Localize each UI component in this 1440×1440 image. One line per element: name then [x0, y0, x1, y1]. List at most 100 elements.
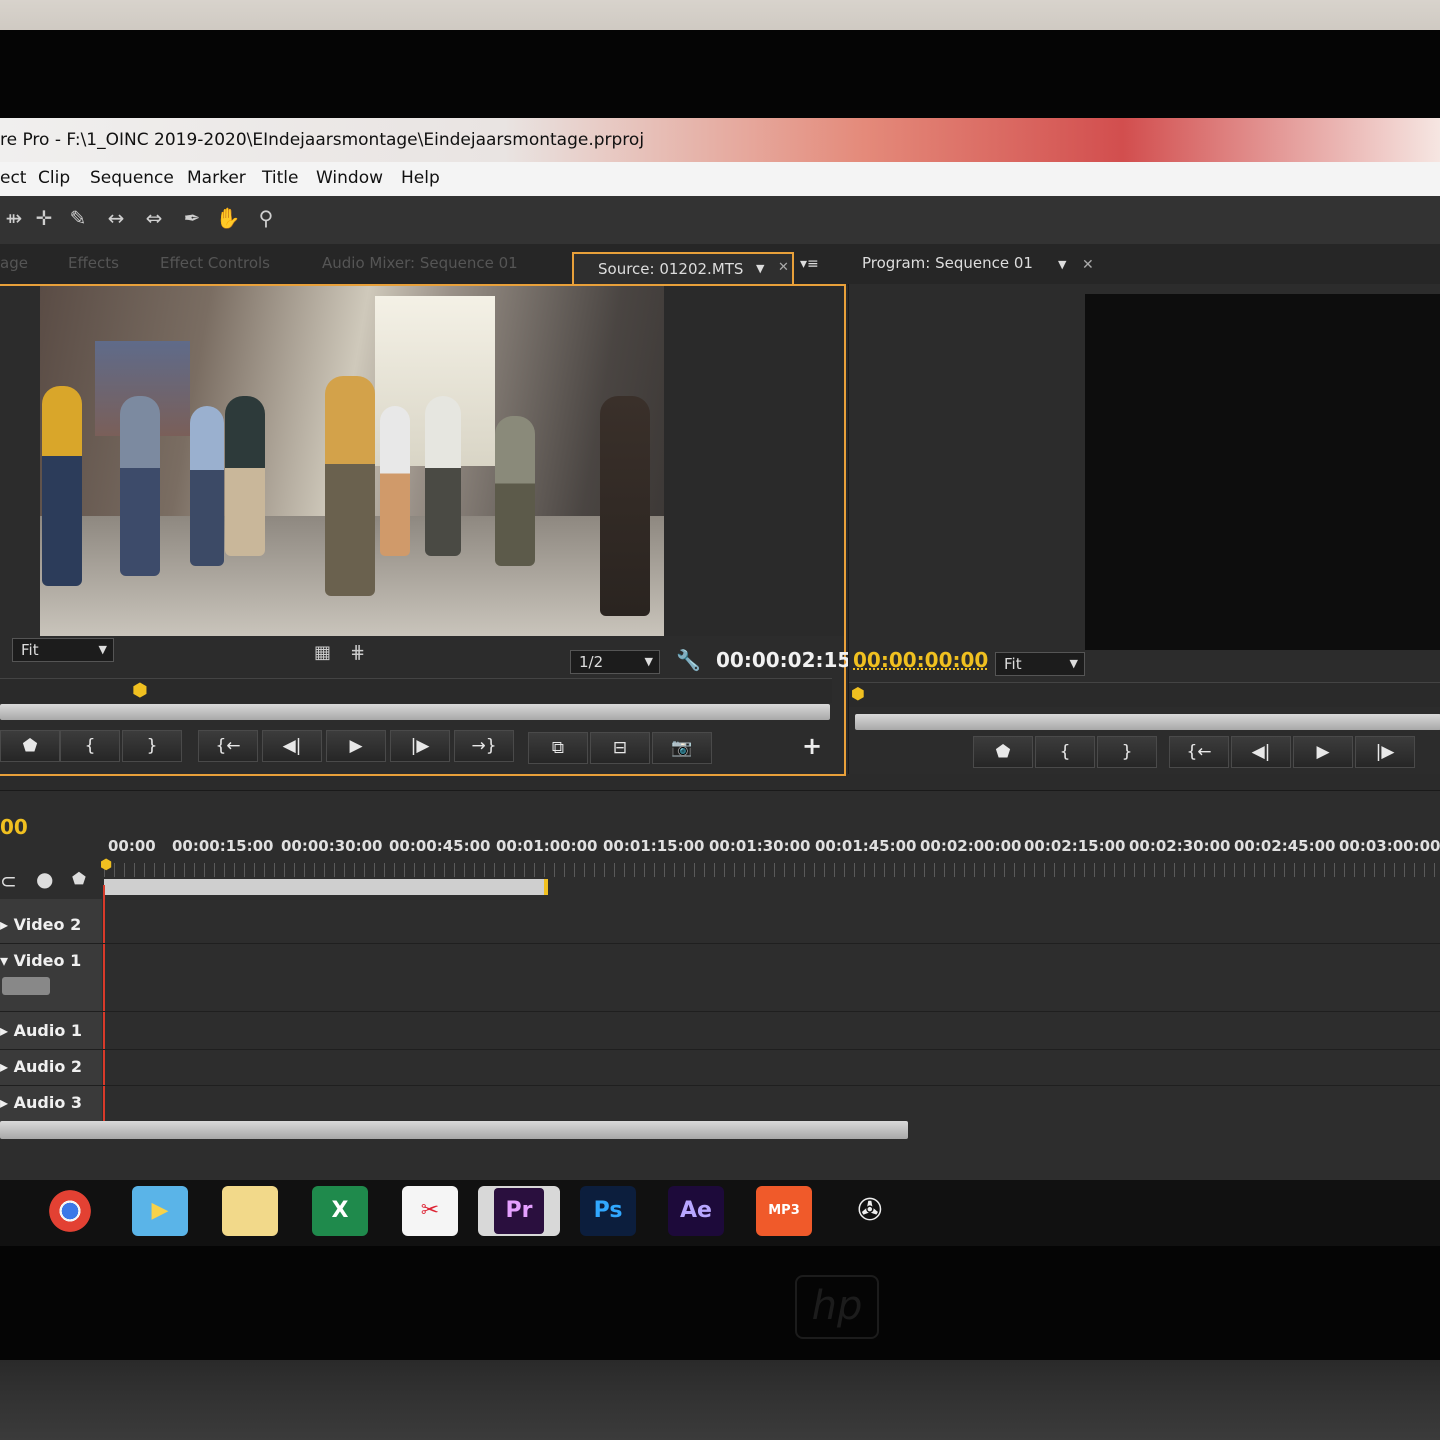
button-editor-icon[interactable]: + [802, 732, 822, 760]
play-button[interactable]: ▶ [326, 730, 386, 762]
media-player-icon[interactable]: ✇ [842, 1186, 898, 1236]
step-forward-button[interactable]: |▶ [1355, 736, 1415, 768]
time-tick: 00:00 [108, 837, 156, 855]
source-tab-label: Source: 01202.MTS [598, 260, 744, 278]
wrench-icon[interactable]: 🔧 [676, 648, 701, 672]
menu-help[interactable]: Help [401, 168, 440, 188]
tab-effects[interactable]: Effects [68, 254, 119, 272]
step-back-button[interactable]: ◀| [1231, 736, 1291, 768]
track-video-1[interactable]: ▾ Video 1 [0, 951, 81, 970]
razor-icon[interactable]: ✎ [64, 204, 92, 232]
menu-sequence[interactable]: Sequence [90, 168, 174, 188]
timeline-timecode[interactable]: 00 [0, 815, 28, 839]
program-zoom-select[interactable]: Fit ▼ [995, 652, 1085, 676]
chevron-down-icon[interactable]: ▼ [1058, 258, 1066, 271]
program-timecode[interactable]: 00:00:00:00 [853, 648, 988, 672]
menu-title[interactable]: Title [262, 168, 298, 188]
add-marker-icon[interactable]: ⬟ [72, 869, 86, 888]
playhead-icon[interactable]: ⬢ [851, 684, 865, 703]
excel-icon[interactable]: X [312, 1186, 368, 1236]
insert-button[interactable]: ⧉ [528, 732, 588, 764]
go-to-out-button[interactable]: →} [454, 730, 514, 762]
tab-source[interactable]: Source: 01202.MTS ▼ ✕ [572, 252, 794, 288]
folder-icon[interactable] [222, 1186, 278, 1236]
person [225, 396, 265, 556]
chevron-down-icon[interactable]: ▼ [756, 262, 764, 275]
work-area-bar[interactable] [104, 879, 548, 895]
timeline-scrollbar[interactable] [0, 1121, 908, 1139]
chrome-icon[interactable] [42, 1186, 98, 1236]
mark-out-button[interactable]: } [1097, 736, 1157, 768]
go-to-in-button[interactable]: {← [1169, 736, 1229, 768]
go-to-in-button[interactable]: {← [198, 730, 258, 762]
tab-audio-mixer[interactable]: Audio Mixer: Sequence 01 [322, 254, 518, 272]
step-forward-button[interactable]: |▶ [390, 730, 450, 762]
track-audio-2[interactable]: ▸ Audio 2 [0, 1057, 82, 1076]
photoshop-icon[interactable]: Ps [580, 1186, 636, 1236]
tab-effect-controls[interactable]: Effect Controls [160, 254, 270, 272]
hand-icon[interactable]: ✋ [214, 204, 242, 232]
movie-maker-icon[interactable]: ▶ [132, 1186, 188, 1236]
screen: re Pro - F:\1_OINC 2019-2020\EIndejaarsm… [0, 118, 1440, 1246]
snipping-tool-icon[interactable]: ✂ [402, 1186, 458, 1236]
ripple-edit-icon[interactable]: ✛ [30, 204, 58, 232]
source-time-ruler[interactable] [0, 678, 832, 703]
chevron-down-icon: ▼ [98, 643, 107, 656]
keyframe-icon[interactable]: ● [36, 867, 53, 891]
resolution-select[interactable]: 1/2 ▼ [570, 650, 660, 674]
source-timecode[interactable]: 00:00:02:15 [716, 648, 851, 672]
playhead-icon[interactable]: ⬢ [100, 857, 112, 873]
panel-menu-icon[interactable]: ▾≡ [800, 256, 819, 272]
person [190, 406, 224, 566]
track-audio-3[interactable]: ▸ Audio 3 [0, 1093, 82, 1112]
source-video-frame [40, 286, 664, 636]
program-time-ruler[interactable] [849, 682, 1440, 707]
track-video-2[interactable]: ▸ Video 2 [0, 915, 81, 934]
mark-in-button[interactable]: { [60, 730, 120, 762]
menu-project[interactable]: ect [0, 168, 26, 188]
track-label: Audio 3 [13, 1093, 83, 1112]
step-back-button[interactable]: ◀| [262, 730, 322, 762]
premiere-taskbar-button[interactable]: Pr [478, 1186, 560, 1236]
track-toggle-button[interactable] [2, 977, 50, 995]
playhead-icon[interactable]: ⬢ [132, 680, 148, 701]
zoom-icon[interactable]: ⚲ [252, 204, 280, 232]
menu-clip[interactable]: Clip [38, 168, 70, 188]
menu-window[interactable]: Window [316, 168, 383, 188]
track-label: Video 2 [13, 915, 82, 934]
add-marker-button[interactable]: ⬟ [973, 736, 1033, 768]
tab-media-browser[interactable]: age [0, 254, 28, 272]
pen-icon[interactable]: ✒ [178, 204, 206, 232]
mp3-converter-icon[interactable]: MP3 [756, 1186, 812, 1236]
track-divider [0, 1049, 1440, 1050]
close-icon[interactable]: ✕ [778, 260, 789, 275]
track-divider [0, 943, 1440, 944]
export-frame-button[interactable]: 📷 [652, 732, 712, 764]
source-zoom-scrollbar[interactable] [0, 704, 830, 720]
desk [0, 1360, 1440, 1440]
close-icon[interactable]: ✕ [1082, 257, 1094, 273]
track-label: Audio 1 [13, 1021, 83, 1040]
play-button[interactable]: ▶ [1293, 736, 1353, 768]
overwrite-button[interactable]: ⊟ [590, 732, 650, 764]
add-marker-button[interactable]: ⬟ [0, 730, 60, 762]
after-effects-icon[interactable]: Ae [668, 1186, 724, 1236]
track-audio-1[interactable]: ▸ Audio 1 [0, 1021, 82, 1040]
slide-icon[interactable]: ⇔ [140, 204, 168, 232]
drag-audio-icon[interactable]: ⋕ [350, 642, 365, 663]
drag-video-icon[interactable]: ▦ [314, 642, 331, 663]
snap-icon[interactable]: ⊂ [0, 869, 17, 893]
menu-marker[interactable]: Marker [187, 168, 246, 188]
timeline-panel: 00 00:00 00:00:15:00 00:00:30:00 00:00:4… [0, 790, 1440, 1191]
source-zoom-select[interactable]: Fit ▼ [12, 638, 114, 662]
mark-out-button[interactable]: } [122, 730, 182, 762]
mark-in-button[interactable]: { [1035, 736, 1095, 768]
program-zoom-scrollbar[interactable] [855, 714, 1440, 730]
source-zoom-value: Fit [21, 641, 39, 659]
tab-program[interactable]: Program: Sequence 01 [862, 254, 1033, 272]
program-video-frame [1085, 294, 1440, 650]
track-label: Video 1 [13, 951, 82, 970]
slip-icon[interactable]: ↔ [102, 204, 130, 232]
timeline-ruler[interactable] [104, 863, 1440, 877]
track-select-icon[interactable]: ⇻ [0, 204, 28, 232]
